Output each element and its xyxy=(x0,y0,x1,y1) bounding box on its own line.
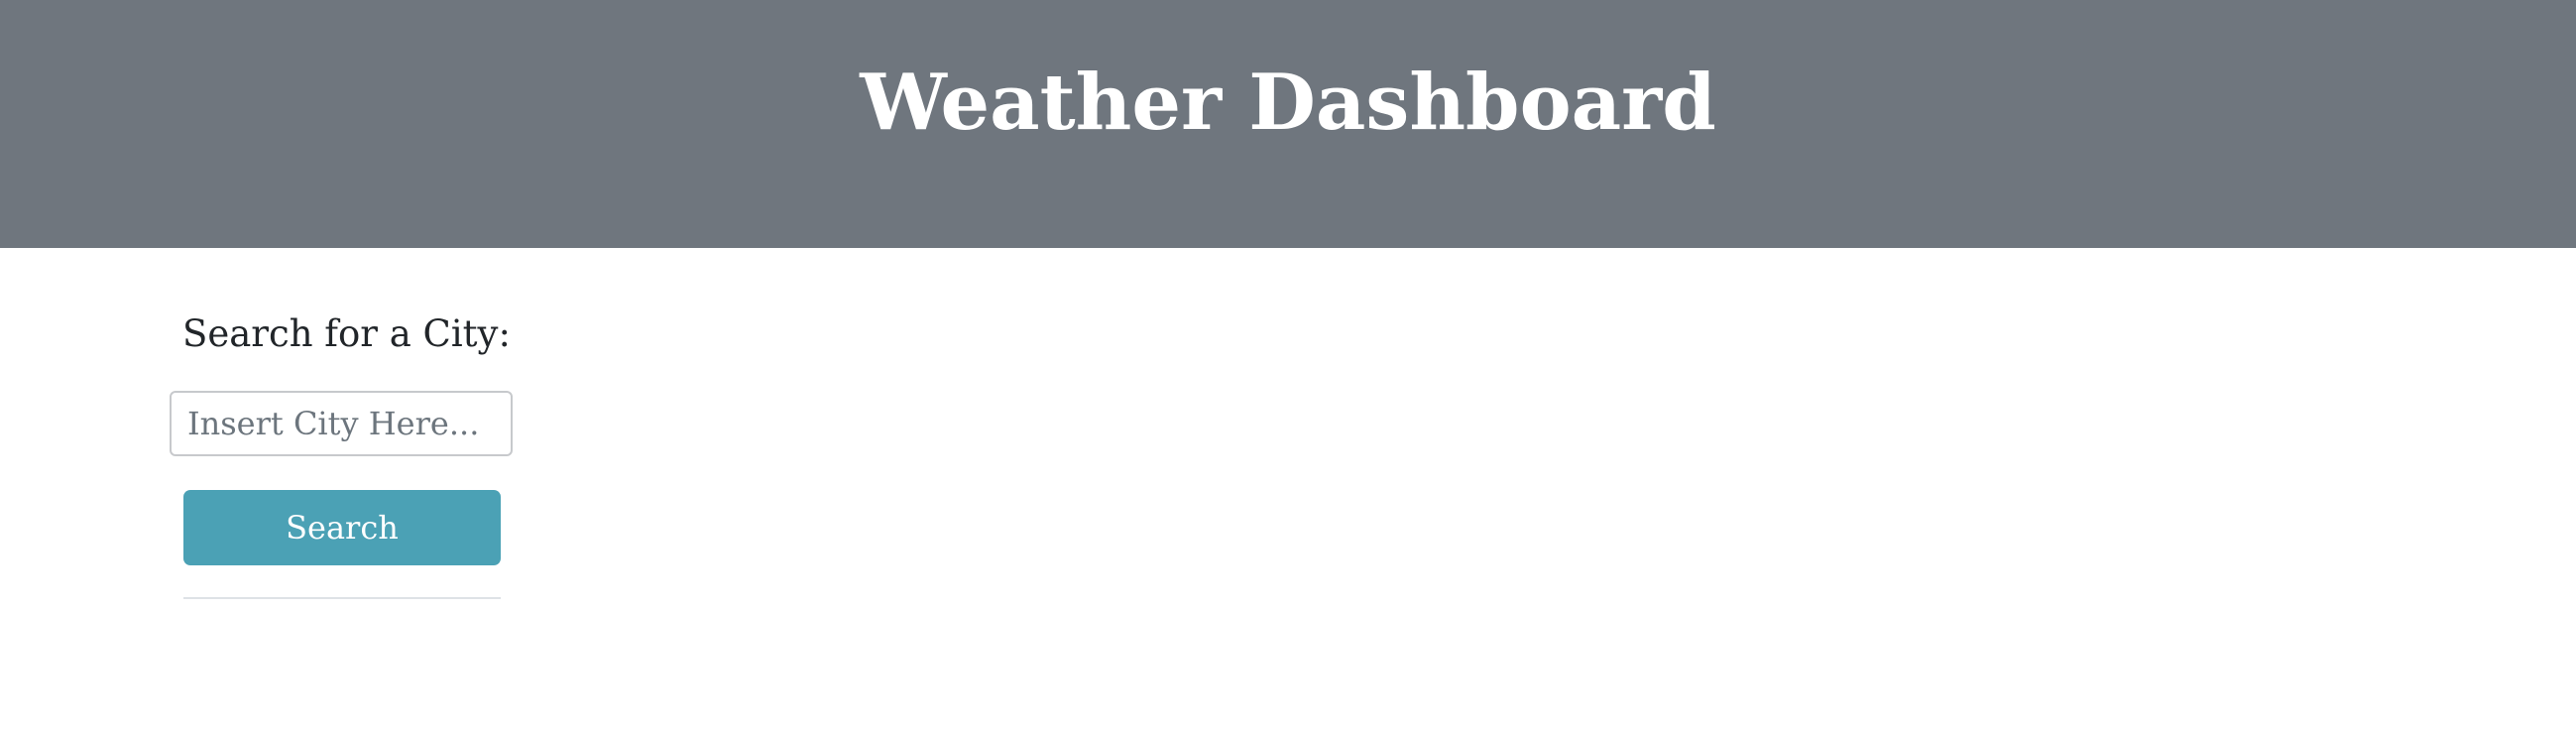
search-button[interactable]: Search xyxy=(183,490,501,565)
city-search-input[interactable] xyxy=(170,391,513,456)
search-history-divider xyxy=(183,597,501,599)
city-search-panel: Search for a City: Search xyxy=(169,298,516,615)
page-title: Weather Dashboard xyxy=(860,58,1716,148)
page-header: Weather Dashboard xyxy=(0,0,2576,248)
search-heading: Search for a City: xyxy=(182,312,511,355)
